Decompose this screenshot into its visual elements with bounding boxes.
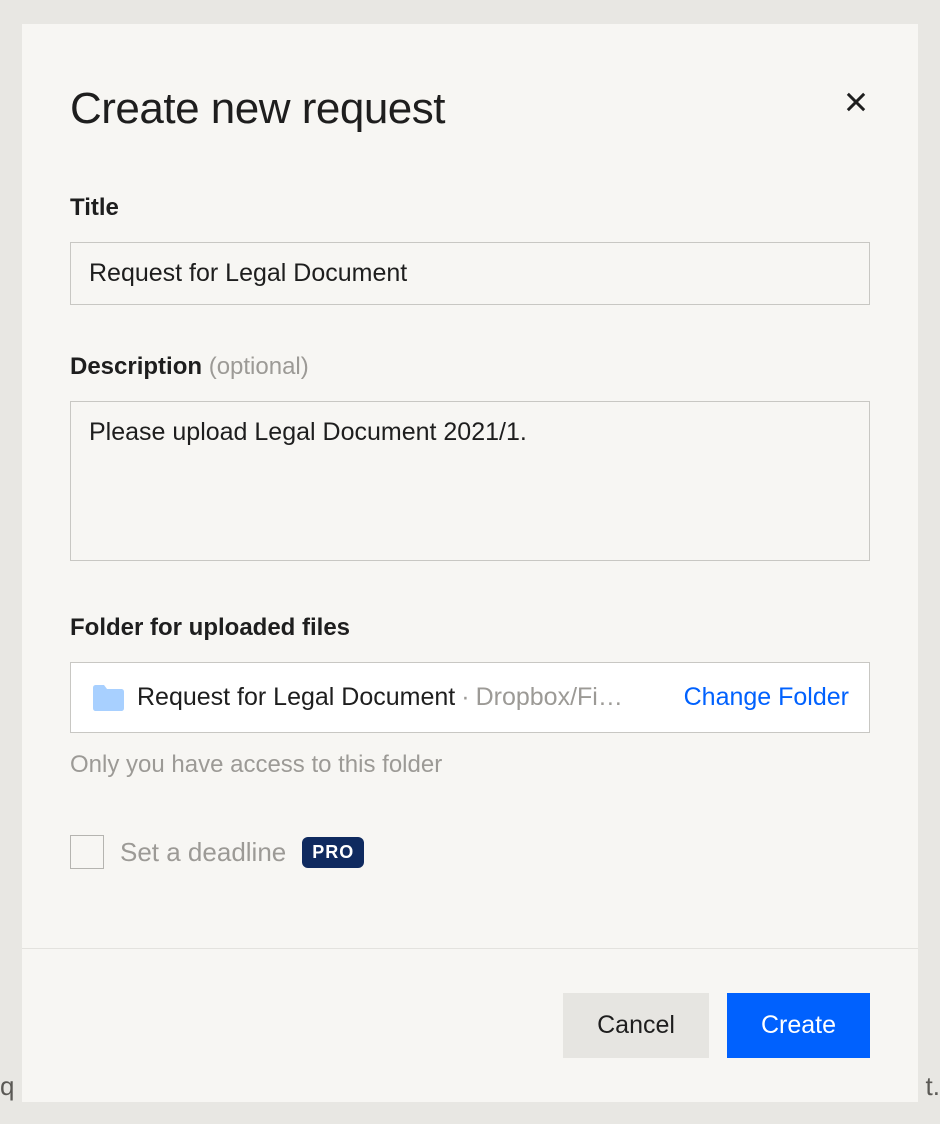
background-text-left: q	[0, 1071, 14, 1102]
folder-selector: Request for Legal Document · Dropbox/Fi……	[70, 662, 870, 733]
description-label: Description (optional)	[70, 353, 870, 381]
create-request-modal: Create new request Title Description (op…	[22, 24, 918, 1102]
cancel-button[interactable]: Cancel	[563, 993, 709, 1058]
background-text-right: t.	[926, 1071, 940, 1102]
title-field-group: Title	[70, 194, 870, 305]
create-button[interactable]: Create	[727, 993, 870, 1058]
title-label: Title	[70, 194, 870, 222]
deadline-label: Set a deadline	[120, 837, 286, 868]
folder-icon	[91, 684, 125, 712]
folder-name: Request for Legal Document	[137, 683, 455, 712]
description-input[interactable]: Please upload Legal Document 2021/1.	[70, 401, 870, 561]
deadline-row: Set a deadline PRO	[70, 835, 870, 869]
folder-location: Dropbox/Fi…	[476, 683, 658, 712]
modal-header: Create new request	[22, 24, 918, 134]
description-field-group: Description (optional) Please upload Leg…	[70, 353, 870, 566]
deadline-checkbox[interactable]	[70, 835, 104, 869]
close-button[interactable]	[834, 80, 878, 127]
modal-footer: Cancel Create	[22, 948, 918, 1102]
description-optional: (optional)	[209, 353, 309, 380]
folder-path: Request for Legal Document · Dropbox/Fi…	[137, 683, 658, 712]
folder-separator: ·	[461, 683, 469, 712]
modal-body: Title Description (optional) Please uplo…	[22, 134, 918, 948]
title-input[interactable]	[70, 242, 870, 305]
modal-title: Create new request	[70, 84, 445, 134]
folder-label: Folder for uploaded files	[70, 614, 870, 642]
folder-field-group: Folder for uploaded files Request for Le…	[70, 614, 870, 779]
folder-hint: Only you have access to this folder	[70, 751, 870, 779]
change-folder-button[interactable]: Change Folder	[684, 683, 849, 712]
pro-badge: PRO	[302, 837, 364, 868]
close-icon	[842, 88, 870, 116]
description-label-text: Description	[70, 353, 209, 380]
